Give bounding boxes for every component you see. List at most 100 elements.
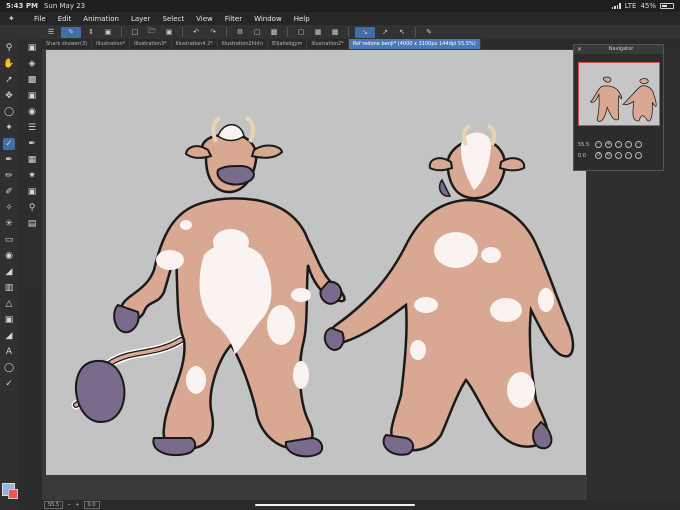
sub-tool-icon[interactable]: ✷ — [26, 170, 38, 182]
menu-window[interactable]: Window — [248, 15, 288, 23]
eyedropper-icon[interactable]: ✓ — [3, 138, 15, 150]
horizontal-scrollbar[interactable] — [255, 504, 415, 506]
menu-animation[interactable]: Animation — [77, 15, 125, 23]
save-icon[interactable]: ▣ — [162, 27, 176, 38]
hamburger-menu-icon[interactable]: ☰ — [44, 27, 58, 38]
status-right: LTE 45% — [611, 2, 674, 10]
menu-filter[interactable]: Filter — [219, 15, 248, 23]
zoom-field[interactable]: 55.5 — [44, 501, 64, 509]
color-set-icon[interactable]: ▦ — [26, 154, 38, 166]
app-window: 5:43 PM Sun May 23 LTE 45% ✦ File Edit A… — [0, 0, 680, 510]
move-icon[interactable]: ✥ — [3, 90, 15, 102]
deselect-icon[interactable]: ▢ — [294, 27, 308, 38]
reset-rotation-icon[interactable]: · — [615, 152, 622, 159]
menu-file[interactable]: File — [28, 15, 52, 23]
layer-property-icon[interactable]: ▩ — [26, 74, 38, 86]
rotate-left-icon[interactable]: ↺ — [595, 152, 602, 159]
close-icon[interactable]: ✕ — [577, 45, 582, 54]
blend-icon[interactable]: ◉ — [3, 250, 15, 262]
tool-property-button[interactable]: ✎ — [61, 26, 81, 38]
flip-horizontal-icon[interactable]: · — [625, 152, 632, 159]
document-tab[interactable]: Illustration* — [92, 39, 131, 49]
color-wheel-icon[interactable]: ◉ — [26, 106, 38, 118]
color-slider-icon[interactable]: ☰ — [26, 122, 38, 134]
hand-icon[interactable]: ✋ — [3, 58, 15, 70]
pen-line-icon[interactable]: ↖ — [395, 27, 409, 38]
document-tab[interactable]: Illustration3* — [130, 39, 172, 49]
figure-icon[interactable]: △ — [3, 298, 15, 310]
navigator-preview[interactable] — [578, 62, 660, 126]
layers-stack-icon[interactable]: ◈ — [26, 58, 38, 70]
brush-size-icon[interactable]: ▣ — [26, 90, 38, 102]
network-label: LTE — [624, 2, 637, 10]
material-icon[interactable]: ▣ — [26, 186, 38, 198]
brush-icon[interactable]: ✐ — [3, 186, 15, 198]
sub-color-swatch[interactable] — [8, 489, 18, 499]
ruler-icon[interactable]: ◢ — [3, 330, 15, 342]
clear-icon[interactable]: ▢ — [250, 27, 264, 38]
zoom-out-icon[interactable]: - — [595, 141, 602, 148]
fit-navigator-icon[interactable]: · — [635, 141, 642, 148]
menu-edit[interactable]: Edit — [52, 15, 78, 23]
document-tab-active[interactable]: Ref redone benji* (4000 x 3100px 144dpi … — [348, 39, 481, 49]
undo-icon[interactable]: ↶ — [189, 27, 203, 38]
menu-view[interactable]: View — [190, 15, 219, 23]
menu-select[interactable]: Select — [157, 15, 191, 23]
zoom-icon[interactable]: ⚲ — [3, 42, 15, 54]
new-file-icon[interactable]: □ — [128, 27, 142, 38]
airbrush-icon[interactable]: ✧ — [3, 202, 15, 214]
balloon-icon[interactable]: ◯ — [3, 362, 15, 374]
pen-stabilize-icon[interactable]: ↗ — [378, 27, 392, 38]
edit-icon[interactable]: ✎ — [422, 27, 436, 38]
app-logo-icon[interactable]: ✦ — [8, 14, 18, 24]
pen-pressure-icon[interactable]: ↘ — [355, 26, 375, 38]
menu-layer[interactable]: Layer — [125, 15, 157, 23]
document-tab[interactable]: Elijahsögym — [268, 39, 308, 49]
fill-tool-icon[interactable]: ◢ — [3, 266, 15, 278]
eraser-icon[interactable]: ▭ — [3, 234, 15, 246]
pencil-icon[interactable]: ✏ — [3, 170, 15, 182]
zoom-in-button[interactable]: + — [75, 502, 79, 508]
settings-icon[interactable]: ⚙ — [233, 27, 247, 38]
divider — [287, 27, 288, 37]
document-tab[interactable]: Illustration2* — [307, 39, 349, 49]
canvas-paper[interactable] — [46, 50, 586, 475]
fill-icon[interactable]: ▩ — [267, 27, 281, 38]
magic-wand-icon[interactable]: ✦ — [3, 122, 15, 134]
layer-icon[interactable]: ▣ — [26, 42, 38, 54]
pen-settings-icon[interactable]: ✒ — [26, 138, 38, 150]
zoom-out-button[interactable]: − — [67, 502, 71, 508]
correct-line-icon[interactable]: ✓ — [3, 378, 15, 390]
rotate-right-icon[interactable]: ↻ — [605, 152, 612, 159]
open-file-icon[interactable]: 🗁 — [145, 27, 159, 38]
zoom-in-icon[interactable]: + — [605, 141, 612, 148]
battery-icon — [660, 3, 674, 9]
document-tab[interactable]: Illustration4 2* — [172, 39, 218, 49]
text-icon[interactable]: A — [3, 346, 15, 358]
operation-icon[interactable]: ➚ — [3, 74, 15, 86]
actual-size-icon[interactable]: · — [615, 141, 622, 148]
document-tab[interactable]: Shark shower(3) — [42, 39, 93, 49]
lasso-icon[interactable]: ◯ — [3, 106, 15, 118]
flip-vertical-icon[interactable]: · — [635, 152, 642, 159]
stepper-icon[interactable]: ⇕ — [84, 27, 98, 38]
status-time: 5:43 PM — [6, 2, 38, 10]
gradient-icon[interactable]: ▥ — [3, 282, 15, 294]
crop-icon[interactable]: ▦ — [311, 27, 325, 38]
invert-selection-icon[interactable]: ▩ — [328, 27, 342, 38]
rotation-field[interactable]: 0.0 — [83, 501, 100, 509]
search-icon[interactable]: ⚲ — [26, 202, 38, 214]
frame-icon[interactable]: ▣ — [3, 314, 15, 326]
ios-status-bar: 5:43 PM Sun May 23 LTE 45% — [0, 0, 680, 12]
document-tab[interactable]: Illustration2hhh) — [218, 39, 269, 49]
history-icon[interactable]: ▤ — [26, 218, 38, 230]
fit-screen-icon[interactable]: · — [625, 141, 632, 148]
menu-help[interactable]: Help — [288, 15, 316, 23]
decoration-icon[interactable]: ✳ — [3, 218, 15, 230]
divider — [121, 27, 122, 37]
pen-icon[interactable]: ✒ — [3, 154, 15, 166]
divider — [182, 27, 183, 37]
redo-icon[interactable]: ↷ — [206, 27, 220, 38]
camera-icon[interactable]: ▣ — [101, 27, 115, 38]
canvas-area[interactable] — [42, 49, 587, 500]
